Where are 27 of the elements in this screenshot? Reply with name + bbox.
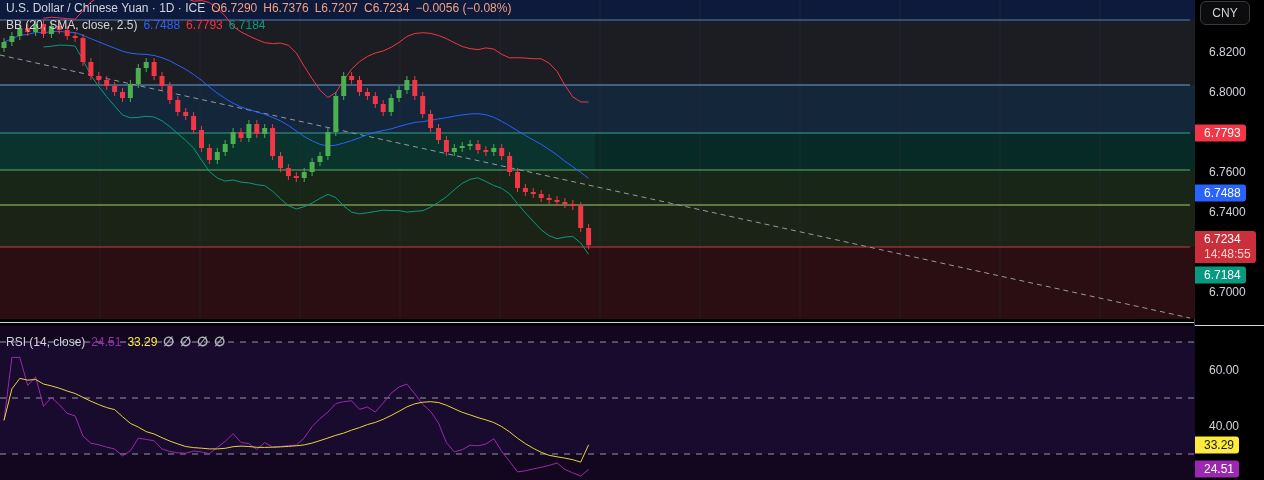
ohlc-value: H6.7376: [263, 1, 309, 15]
price-tag: 6.7184: [1195, 266, 1246, 284]
indicator-value: 33.29: [127, 334, 158, 349]
ohlc-value: C6.7234: [364, 1, 410, 15]
price-tag: 6.7234 14:48:55: [1195, 231, 1256, 263]
indicator-value: 24.51: [91, 334, 122, 349]
currency-button[interactable]: CNY: [1200, 1, 1250, 25]
price-tick: 6.8200: [1209, 45, 1246, 59]
rsi-tag: 24.51: [1195, 460, 1240, 478]
price-tick: 6.7400: [1209, 205, 1246, 219]
indicator-name: RSI (14, close): [6, 334, 86, 349]
indicator-value: 6.7488: [143, 18, 181, 32]
ohlc-value: L6.7207: [314, 1, 358, 15]
indicator-value: ∅: [214, 334, 226, 349]
price-tag: 6.7488: [1195, 184, 1246, 202]
indicator-value: ∅: [163, 334, 175, 349]
rsi-tick: 60.00: [1209, 363, 1240, 377]
price-tag: 6.7793: [1195, 124, 1246, 142]
price-tick: 6.7600: [1209, 165, 1246, 179]
price-tick: 6.8000: [1209, 85, 1246, 99]
indicator-value: ∅: [197, 334, 209, 349]
rsi-tick: 40.00: [1209, 419, 1240, 433]
price-change: −0.0056 (−0.08%): [415, 1, 512, 15]
indicator-value: 6.7793: [186, 18, 223, 32]
indicator-value: ∅: [180, 334, 192, 349]
rsi-tag: 33.29: [1195, 436, 1240, 454]
price-tick: 6.7000: [1209, 285, 1246, 299]
